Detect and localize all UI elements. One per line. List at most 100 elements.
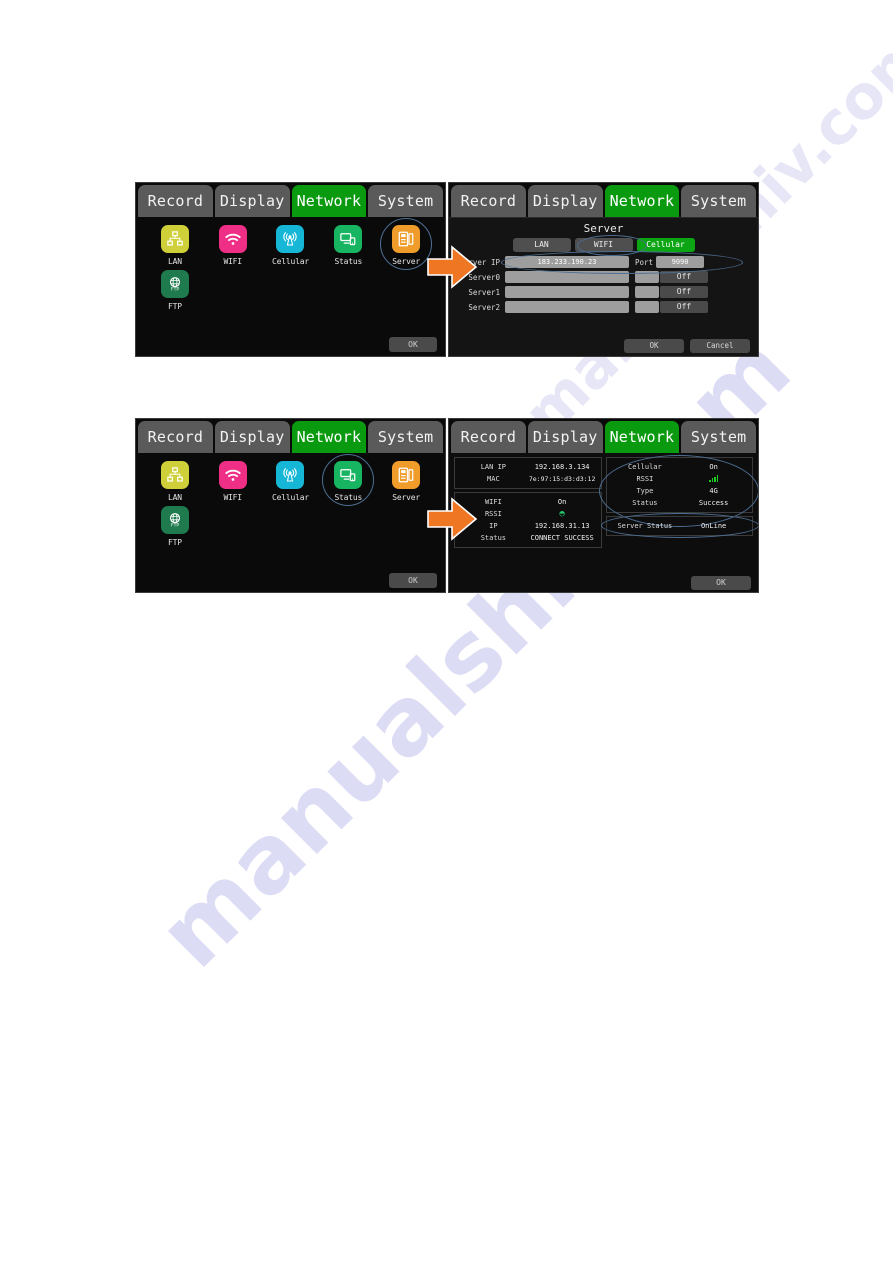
status-body: LAN IP 192.168.3.134 MAC 7e:97:15:d3:d3:… (449, 453, 758, 592)
menu-label-ftp: FTP (167, 538, 182, 547)
server2-input[interactable] (505, 301, 629, 313)
mac-value: 7e:97:15:d3:d3:12 (528, 475, 596, 483)
server2-port-input[interactable] (635, 301, 659, 313)
tab-network[interactable]: Network (604, 421, 680, 453)
tab-network[interactable]: Network (291, 185, 367, 217)
cancel-button[interactable]: Cancel (690, 339, 750, 353)
server0-state-toggle[interactable]: Off (660, 271, 708, 283)
menu-label-cellular: Cellular (272, 257, 309, 266)
lan-ip-row: LAN IP 192.168.3.134 (459, 461, 597, 473)
status-icon (334, 225, 363, 253)
cellular-status-value: Success (698, 499, 729, 507)
menu-item-ftp[interactable]: FTP FTP (146, 506, 204, 547)
svg-text:FTP: FTP (171, 522, 179, 528)
ok-button[interactable]: OK (691, 576, 751, 590)
document-page: manualshiv.com manualshiv.com Record Dis… (0, 0, 893, 1263)
lan-icon (160, 225, 189, 253)
dialog-title: Server (583, 222, 624, 235)
tab-record[interactable]: Record (138, 185, 213, 217)
tab-system[interactable]: System (368, 421, 443, 453)
server1-input[interactable] (505, 286, 629, 298)
wifi-signal-icon: ◓ (559, 509, 565, 519)
subtab-lan[interactable]: LAN (512, 238, 571, 252)
menu-label-status: Status (334, 257, 363, 266)
server-dialog-body: Server LAN WIFI Cellular Server IP 183.2… (449, 217, 758, 356)
wifi-rssi-value: ◓ (528, 509, 597, 519)
dialog-buttons: OK Cancel (624, 339, 750, 353)
wifi-rssi-row: RSSI ◓ (459, 508, 597, 520)
subtab-cellular[interactable]: Cellular (636, 238, 695, 252)
menu-item-wifi[interactable]: WIFI (204, 225, 262, 266)
mac-row: MAC 7e:97:15:d3:d3:12 (459, 473, 597, 485)
tab-network[interactable]: Network (291, 421, 367, 453)
server0-row: Server0 Off (457, 271, 750, 283)
port-input[interactable]: 9090 (656, 256, 705, 268)
lan-ip-label: LAN IP (480, 463, 507, 471)
menu-item-lan[interactable]: LAN (146, 225, 204, 266)
cellular-rssi-label: RSSI (636, 475, 654, 483)
cellular-value: On (709, 463, 718, 471)
wifi-row: WIFI On (459, 496, 597, 508)
signal-bars-icon (708, 474, 719, 482)
cellular-rssi-row: RSSI (611, 473, 749, 485)
server1-port-input[interactable] (635, 286, 659, 298)
wifi-icon (218, 461, 247, 489)
menu-item-wifi[interactable]: WIFI (204, 461, 262, 502)
server1-state-toggle[interactable]: Off (660, 286, 708, 298)
menu-label-wifi: WIFI (223, 493, 242, 502)
menu-item-lan[interactable]: LAN (146, 461, 204, 502)
server2-state-toggle[interactable]: Off (660, 301, 708, 313)
menu-label-wifi: WIFI (223, 257, 242, 266)
tab-record[interactable]: Record (138, 421, 213, 453)
server2-label: Server2 (468, 302, 500, 312)
menu-item-status[interactable]: Status (319, 454, 377, 506)
svg-text:FTP: FTP (171, 286, 179, 292)
server-icon (392, 461, 421, 489)
tab-display[interactable]: Display (214, 421, 290, 453)
network-icon-grid: LAN WIFI Cellular Status Server FTP FTP (146, 218, 435, 311)
status-icon (334, 461, 363, 489)
ftp-icon: FTP (160, 270, 189, 298)
server-ip-input[interactable]: 183.233.190.23 (505, 256, 629, 268)
ftp-icon: FTP (160, 506, 189, 534)
wifi-ip-value: 192.168.31.13 (534, 522, 590, 530)
cellular-type-label: Type (636, 487, 654, 495)
tab-network[interactable]: Network (604, 185, 680, 217)
ok-button[interactable]: OK (389, 573, 437, 588)
network-icon-grid-body: LAN WIFI Cellular Status Server FTP FTP … (136, 217, 445, 356)
tab-system[interactable]: System (681, 421, 756, 453)
menu-label-lan: LAN (167, 493, 182, 502)
ok-button[interactable]: OK (389, 337, 437, 352)
figure-row-2: Record Display Network System LAN WIFI C… (135, 418, 759, 593)
device-screen-network-menu-1: Record Display Network System LAN WIFI C… (135, 182, 446, 357)
menu-item-cellular[interactable]: Cellular (262, 461, 320, 502)
figure-row-1: Record Display Network System LAN WIFI C… (135, 182, 759, 357)
tab-display[interactable]: Display (527, 185, 603, 217)
lan-status-card: LAN IP 192.168.3.134 MAC 7e:97:15:d3:d3:… (454, 457, 602, 489)
server1-row: Server1 Off (457, 286, 750, 298)
server-ip-row: Server IP 183.233.190.23 Port 9090 (457, 251, 750, 274)
tab-system[interactable]: System (368, 185, 443, 217)
menu-label-lan: LAN (167, 257, 182, 266)
tab-system[interactable]: System (681, 185, 756, 217)
tab-record[interactable]: Record (451, 185, 526, 217)
server-status-label: Server Status (617, 522, 673, 530)
tab-display[interactable]: Display (527, 421, 603, 453)
menu-item-cellular[interactable]: Cellular (262, 225, 320, 266)
status-right-column: Cellular On RSSI Type 4G Status Success … (598, 455, 758, 592)
server0-port-input[interactable] (635, 271, 659, 283)
server-icon (392, 225, 421, 253)
tab-bar: Record Display Network System (136, 419, 445, 453)
cellular-rssi-value (679, 474, 748, 484)
server0-input[interactable] (505, 271, 629, 283)
menu-item-ftp[interactable]: FTP FTP (146, 270, 204, 311)
server-status-value: OnLine (700, 522, 727, 530)
menu-item-status[interactable]: Status (319, 225, 377, 266)
subtab-wifi[interactable]: WIFI (574, 238, 633, 252)
wifi-ip-row: IP 192.168.31.13 (459, 520, 597, 532)
cellular-icon (276, 225, 305, 253)
tab-display[interactable]: Display (214, 185, 290, 217)
tab-record[interactable]: Record (451, 421, 526, 453)
cellular-row: Cellular On (611, 461, 749, 473)
ok-button[interactable]: OK (624, 339, 684, 353)
